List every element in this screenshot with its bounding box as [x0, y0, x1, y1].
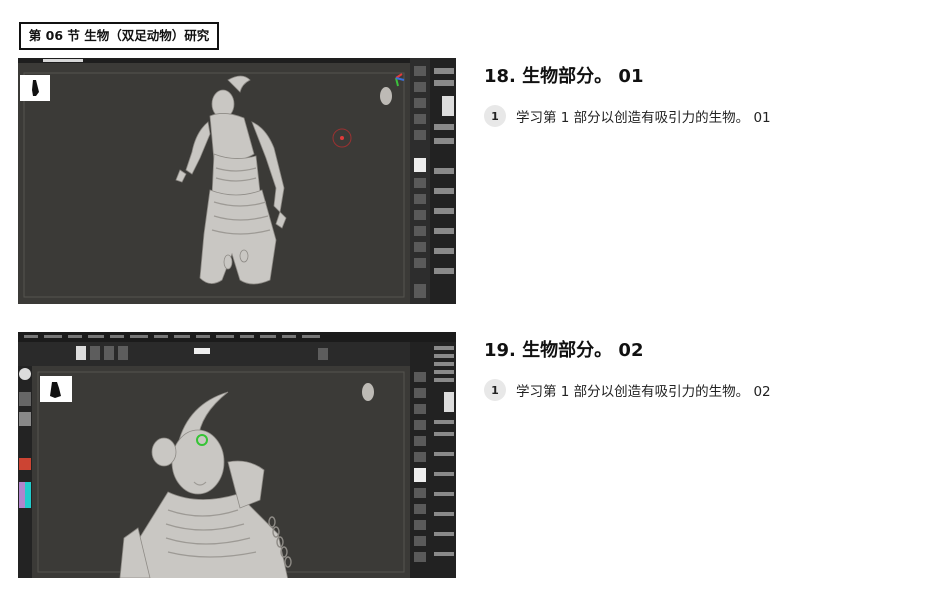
lesson-step: 1 学习第 1 部分以创造有吸引力的生物。 02	[484, 378, 771, 402]
zbrush-screenshot-1	[18, 58, 456, 304]
lesson-thumbnail[interactable]	[18, 58, 456, 304]
lesson-item: 19. 生物部分。 02 1 学习第 1 部分以创造有吸引力的生物。 02	[0, 332, 930, 582]
lesson-title[interactable]: 19. 生物部分。 02	[484, 336, 643, 362]
lesson-item: 18. 生物部分。 01 1 学习第 1 部分以创造有吸引力的生物。 01	[0, 58, 930, 308]
lesson-thumbnail[interactable]	[18, 332, 456, 578]
zbrush-screenshot-2	[18, 332, 456, 578]
step-number-badge: 1	[484, 105, 506, 127]
step-text: 学习第 1 部分以创造有吸引力的生物。 01	[516, 110, 771, 126]
lesson-title[interactable]: 18. 生物部分。 01	[484, 62, 643, 88]
step-text: 学习第 1 部分以创造有吸引力的生物。 02	[516, 384, 771, 400]
step-number-badge: 1	[484, 379, 506, 401]
section-label: 第 06 节 生物（双足动物）研究	[19, 22, 219, 50]
lesson-step: 1 学习第 1 部分以创造有吸引力的生物。 01	[484, 104, 771, 128]
